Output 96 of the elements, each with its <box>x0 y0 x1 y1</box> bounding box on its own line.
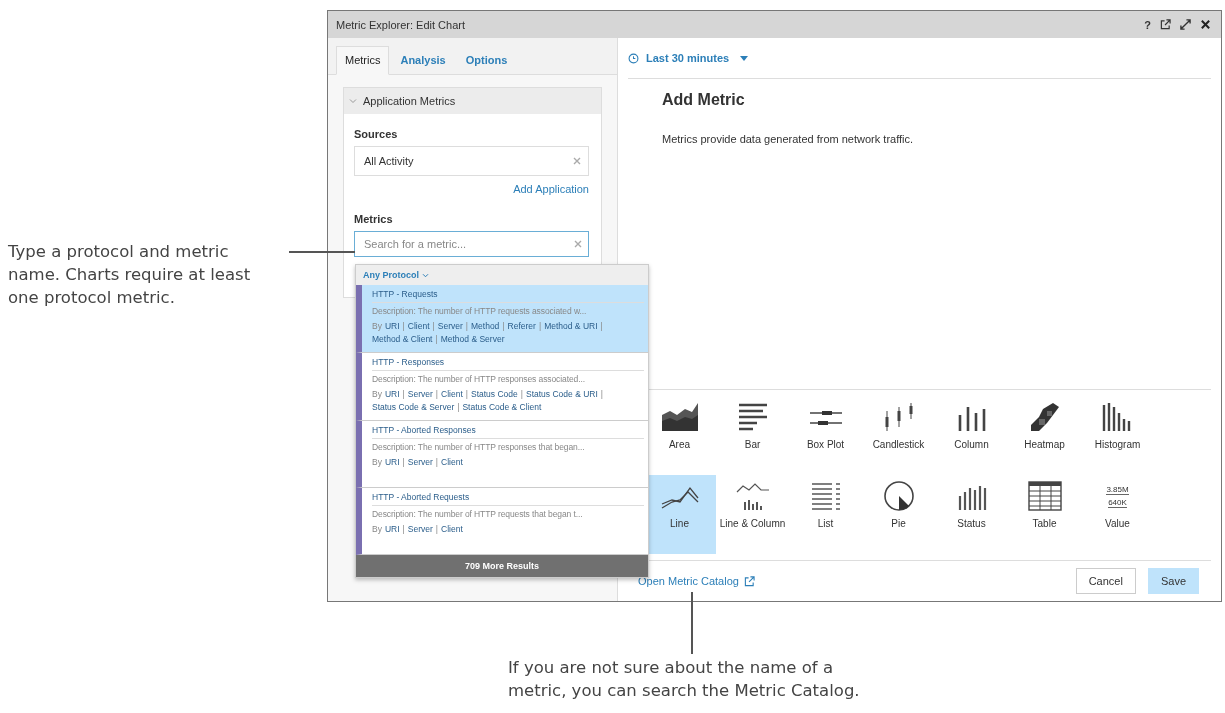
dialog-button[interactable]: Save <box>1147 568 1199 594</box>
breakdown-link[interactable]: Server <box>437 320 463 333</box>
result-description: Description: The number of HTTP responses associated... <box>372 374 586 384</box>
section-header[interactable]: Application Metrics <box>344 88 601 114</box>
result-title: HTTP - Responses <box>372 357 644 371</box>
help-button[interactable]: ? <box>1144 18 1151 31</box>
time-range-picker[interactable]: Last 30 minutes <box>628 52 749 64</box>
link-separator: | <box>435 333 438 346</box>
breakdown-link[interactable]: URI <box>384 320 400 333</box>
metric-result[interactable]: HTTP - Aborted Requests Description: The number of HTTP requests that began t... By URI | Server | Client <box>356 488 648 555</box>
breakdown-link[interactable]: Server <box>407 456 433 469</box>
breakdown-link[interactable]: URI <box>384 388 400 401</box>
field-label: Metrics <box>354 213 394 225</box>
result-description: Description: The number of HTTP requests associated w... <box>372 306 588 316</box>
external-link-icon <box>743 575 755 587</box>
breakdown-link[interactable]: Status Code & URI <box>526 388 598 401</box>
result-description: Description: The number of HTTP responses that began... <box>372 442 586 452</box>
chart-type-option[interactable]: Table <box>1008 475 1081 554</box>
chart-type-option[interactable]: Status <box>935 475 1008 554</box>
link-separator: | <box>402 388 405 401</box>
chart-type-option[interactable]: 3.85M 640K Value <box>1081 475 1154 554</box>
chart-type-option[interactable]: List <box>789 475 862 554</box>
window-title: Metric Explorer: Edit Chart <box>336 18 465 31</box>
chart-type-option[interactable]: Column <box>935 396 1008 475</box>
breakdown-link[interactable]: Server <box>407 388 433 401</box>
breakdown-link[interactable]: Method & Client <box>372 333 433 346</box>
link-separator: | <box>402 456 405 469</box>
chart-type-option[interactable]: Histogram <box>1081 396 1154 475</box>
link-separator: | <box>435 523 439 536</box>
chart-type-option[interactable]: Box Plot <box>789 396 862 475</box>
clock-icon <box>628 52 639 64</box>
search-field[interactable]: Search for a metric... <box>354 231 589 257</box>
by-label: By <box>372 523 382 536</box>
chart-type-option[interactable]: Bar <box>716 396 789 475</box>
callout-text: If you are not sure about the name of a metric, you can search the Metric Catalog. <box>508 657 861 702</box>
breakdown-link[interactable]: Status Code <box>471 388 518 401</box>
result-title: HTTP - Aborted Requests <box>372 492 644 506</box>
link-separator: | <box>465 320 468 333</box>
metric-result[interactable]: HTTP - Requests Description: The number of HTTP requests associated w... By URI | Client | Server | Method | Referer | Method & URI | Method & Client | Method & Server <box>356 285 648 353</box>
breakdown-link[interactable]: Client <box>407 320 430 333</box>
tab[interactable]: Metrics <box>336 46 390 75</box>
link-separator: | <box>538 320 542 333</box>
chart-type-option[interactable]: Heatmap <box>1008 396 1081 475</box>
link-separator: | <box>600 388 604 401</box>
link-separator: | <box>502 320 505 333</box>
breakdown-link[interactable]: URI <box>384 523 400 536</box>
link-separator: | <box>457 401 460 414</box>
breakdown-link[interactable]: Method <box>471 320 500 333</box>
breakdown-link[interactable]: Method & Server <box>440 333 505 346</box>
link-separator: | <box>435 388 439 401</box>
section-title: Application Metrics <box>363 95 456 107</box>
external-link-icon[interactable] <box>1160 19 1171 30</box>
chart-type-option[interactable]: Line & Column <box>716 475 789 554</box>
field-label: Sources <box>354 128 399 140</box>
breakdown-link[interactable]: Client <box>441 523 463 536</box>
link-separator: | <box>402 523 405 536</box>
add-application-link[interactable]: Add Application <box>513 183 589 195</box>
more-results-bar[interactable]: 709 More Results <box>356 555 648 577</box>
description-text: Metrics provide data generated from network traffic. <box>662 133 915 145</box>
by-label: By <box>372 388 382 401</box>
chart-type-option[interactable]: Pie <box>862 475 935 554</box>
breakdown-link[interactable]: Referer <box>507 320 536 333</box>
close-icon[interactable] <box>1200 19 1211 30</box>
breakdown-link[interactable]: URI <box>384 456 400 469</box>
result-title: HTTP - Requests <box>372 289 644 303</box>
sources-field[interactable]: All Activity <box>354 146 589 176</box>
breakdown-link[interactable]: Status Code & Client <box>462 401 542 414</box>
breakdown-link[interactable]: Server <box>407 523 433 536</box>
dialog-button[interactable]: Cancel <box>1075 568 1136 594</box>
expand-icon[interactable] <box>1180 19 1191 30</box>
leader-line <box>691 592 693 654</box>
protocol-filter[interactable]: Any Protocol <box>363 270 429 280</box>
metric-result[interactable]: HTTP - Aborted Responses Description: The number of HTTP responses that began... By URI | Server | Client <box>356 421 648 488</box>
breakdown-link[interactable]: Method & URI <box>544 320 598 333</box>
by-label: By <box>372 456 382 469</box>
chevron-icon <box>421 273 429 278</box>
tab[interactable]: Options <box>456 46 517 75</box>
callout-text: Type a protocol and metric name. Charts require at least one protocol metric. <box>8 241 252 309</box>
by-label: By <box>372 320 382 333</box>
result-title: HTTP - Aborted Responses <box>372 425 644 439</box>
link-separator: | <box>465 388 468 401</box>
result-description: Description: The number of HTTP requests that began t... <box>372 509 584 519</box>
link-separator: | <box>435 456 439 469</box>
tab[interactable]: Analysis <box>391 46 455 75</box>
link-separator: | <box>600 320 603 333</box>
breakdown-link[interactable]: Client <box>441 456 463 469</box>
caret-icon <box>740 55 749 61</box>
leader-line <box>289 251 355 253</box>
breakdown-link[interactable]: Client <box>441 388 463 401</box>
link-separator: | <box>432 320 435 333</box>
link-separator: | <box>520 388 523 401</box>
link-separator: | <box>402 320 405 333</box>
metric-result[interactable]: HTTP - Responses Description: The number of HTTP responses associated... By URI | Server | Client | Status Code | Status Code & URI | Status Code & Server | Status Code & Client <box>356 353 648 421</box>
chart-type-option[interactable]: Candlestick <box>862 396 935 475</box>
heading: Add Metric <box>662 91 746 109</box>
breakdown-link[interactable]: Status Code & Server <box>372 401 455 414</box>
